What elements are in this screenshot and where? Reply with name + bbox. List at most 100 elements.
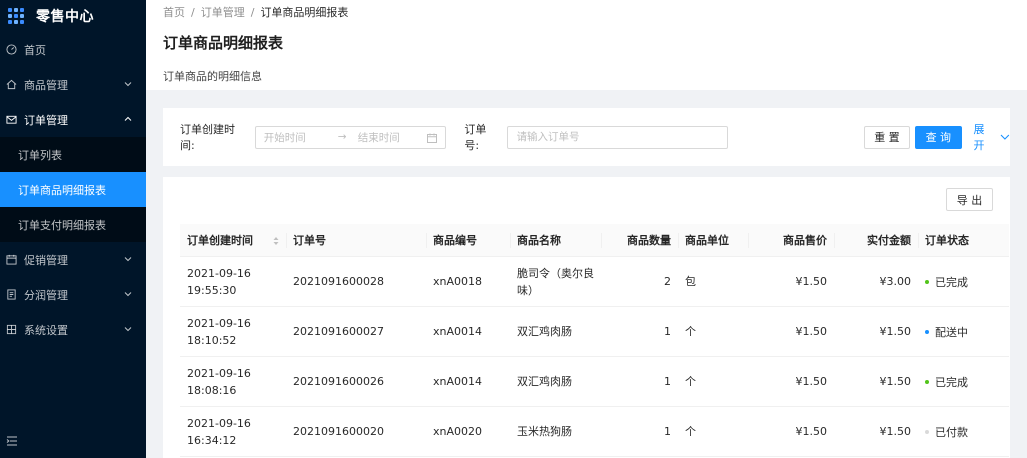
sidebar: 零售中心 首页 商品管理 订单管理 订单列表 订单商品明细报表 订单支付明细报表…	[0, 0, 146, 458]
created-time-cell: 2021-09-16 19:55:30	[187, 266, 251, 297]
chevron-down-icon	[124, 327, 132, 332]
unit-cell: 个	[685, 375, 696, 388]
unit-cell: 个	[685, 325, 696, 338]
table-header: 订单创建时间 订单号 商品编号 商品名称 商品数量 商品单位 商品售价 实付金额…	[180, 224, 1009, 257]
logo[interactable]: 零售中心	[0, 0, 146, 32]
created-time-label: 订单创建时间:	[180, 123, 235, 152]
price-cell: ¥1.50	[795, 375, 828, 388]
sku-cell: xnA0020	[433, 425, 483, 438]
chevron-down-icon	[124, 257, 132, 262]
status-badge: 配送中	[935, 325, 968, 339]
table-row: 2021-09-16 19:55:30 2021091600028 xnA0018…	[180, 257, 1009, 307]
submenu-item-order-list[interactable]: 订单列表	[0, 137, 146, 172]
page-description: 订单商品的明细信息	[163, 70, 262, 83]
product-name-cell: 双汇鸡肉肠	[517, 375, 572, 388]
created-time-cell: 2021-09-16 16:34:12	[187, 416, 251, 447]
status-badge: 已完成	[935, 275, 968, 289]
breadcrumb-parent[interactable]: 订单管理	[201, 4, 245, 20]
reset-button[interactable]: 重 置	[863, 125, 911, 149]
column-header-price: 商品售价	[748, 224, 834, 256]
menu-item-promotions[interactable]: 促销管理	[0, 242, 146, 277]
order-goods-table: 订单创建时间 订单号 商品编号 商品名称 商品数量 商品单位 商品售价 实付金额…	[180, 224, 1009, 457]
submenu-item-order-goods-report[interactable]: 订单商品明细报表	[0, 172, 146, 207]
order-no-label: 订单号:	[464, 123, 487, 152]
paid-amount-cell: ¥1.50	[879, 325, 912, 338]
status-badge: 已完成	[935, 375, 968, 389]
status-cell: 已付款	[918, 422, 1009, 441]
table-row: 2021-09-16 18:08:16 2021091600026 xnA0014…	[180, 357, 1009, 407]
unit-cell: 个	[685, 425, 696, 438]
column-header-status: 订单状态	[918, 224, 1009, 256]
unit-cell: 包	[685, 275, 696, 288]
start-time-input[interactable]: 开始时间	[264, 130, 338, 145]
status-dot	[925, 430, 929, 435]
chevron-up-icon	[124, 116, 132, 121]
column-header-order-no: 订单号	[286, 224, 426, 256]
table-row: 2021-09-16 18:10:52 2021091600027 xnA0014…	[180, 307, 1009, 357]
mail-icon	[6, 114, 17, 125]
product-name-cell: 双汇鸡肉肠	[517, 325, 572, 338]
status-cell: 已完成	[918, 272, 1009, 291]
quantity-cell: 1	[664, 425, 671, 438]
order-no-input[interactable]	[506, 125, 728, 149]
breadcrumb-separator: /	[250, 5, 255, 19]
created-time-cell: 2021-09-16 18:10:52	[187, 316, 251, 347]
price-cell: ¥1.50	[795, 275, 828, 288]
order-no-cell: 2021091600028	[293, 275, 384, 288]
order-no-cell: 2021091600026	[293, 375, 384, 388]
menu-item-profit-sharing[interactable]: 分润管理	[0, 277, 146, 312]
menu-item-products[interactable]: 商品管理	[0, 67, 146, 102]
menu-item-label: 系统设置	[24, 323, 68, 337]
page-title: 订单商品明细报表	[163, 34, 284, 52]
product-name-cell: 脆司令（奥尔良味）	[517, 266, 594, 297]
export-button[interactable]: 导 出	[946, 188, 993, 211]
apps-grid-icon	[8, 8, 24, 24]
status-dot	[925, 380, 929, 385]
submenu-item-order-payment-report[interactable]: 订单支付明细报表	[0, 207, 146, 242]
menu-item-home[interactable]: 首页	[0, 32, 146, 67]
end-time-input[interactable]: 结束时间	[358, 130, 430, 145]
created-time-cell: 2021-09-16 18:08:16	[187, 366, 251, 397]
breadcrumb-separator: /	[191, 5, 195, 19]
menu-item-settings[interactable]: 系统设置	[0, 312, 146, 347]
menu-fold-icon[interactable]	[6, 436, 18, 446]
column-header-product-name: 商品名称	[510, 224, 601, 256]
sort-icon[interactable]	[273, 236, 279, 246]
column-header-unit: 商品单位	[678, 224, 748, 256]
quantity-cell: 2	[664, 275, 671, 288]
column-header-sku: 商品编号	[426, 224, 510, 256]
menu-item-label: 商品管理	[24, 78, 68, 92]
menu-item-label: 分润管理	[24, 288, 68, 302]
file-icon	[6, 289, 17, 300]
search-form: 订单创建时间: 开始时间 → 结束时间 订单号: 重 置 查 询 展开	[163, 108, 1010, 166]
sku-cell: xnA0018	[433, 275, 483, 288]
paid-amount-cell: ¥1.50	[879, 375, 912, 388]
query-button[interactable]: 查 询	[915, 125, 962, 149]
expand-label: 展开	[973, 123, 985, 152]
paid-amount-cell: ¥3.00	[879, 275, 912, 288]
quantity-cell: 1	[664, 325, 671, 338]
expand-toggle[interactable]: 展开	[974, 121, 1010, 153]
sku-cell: xnA0014	[433, 325, 483, 338]
status-cell: 配送中	[918, 322, 1009, 341]
menu-item-orders[interactable]: 订单管理	[0, 102, 146, 137]
home-icon	[6, 79, 17, 90]
status-dot	[925, 280, 929, 285]
order-submenu: 订单列表 订单商品明细报表 订单支付明细报表	[0, 137, 146, 242]
breadcrumb-home[interactable]: 首页	[163, 4, 185, 20]
created-time-range-picker[interactable]: 开始时间 → 结束时间	[254, 125, 447, 149]
main-content: 首页 / 订单管理 / 订单商品明细报表 订单商品明细报表 订单商品的明细信息 …	[146, 0, 1027, 458]
column-header-quantity: 商品数量	[601, 224, 678, 256]
setting-icon	[6, 324, 17, 335]
chevron-down-icon	[124, 292, 132, 297]
menu-item-label: 首页	[24, 43, 46, 57]
sku-cell: xnA0014	[433, 375, 483, 388]
order-no-cell: 2021091600027	[293, 325, 384, 338]
arrow-right-icon: →	[337, 131, 347, 143]
menu-item-label: 订单管理	[24, 113, 68, 127]
price-cell: ¥1.50	[795, 425, 828, 438]
status-dot	[925, 330, 929, 335]
column-header-created-time[interactable]: 订单创建时间	[180, 224, 286, 256]
price-cell: ¥1.50	[795, 325, 828, 338]
column-header-paid-amount: 实付金额	[834, 224, 918, 256]
